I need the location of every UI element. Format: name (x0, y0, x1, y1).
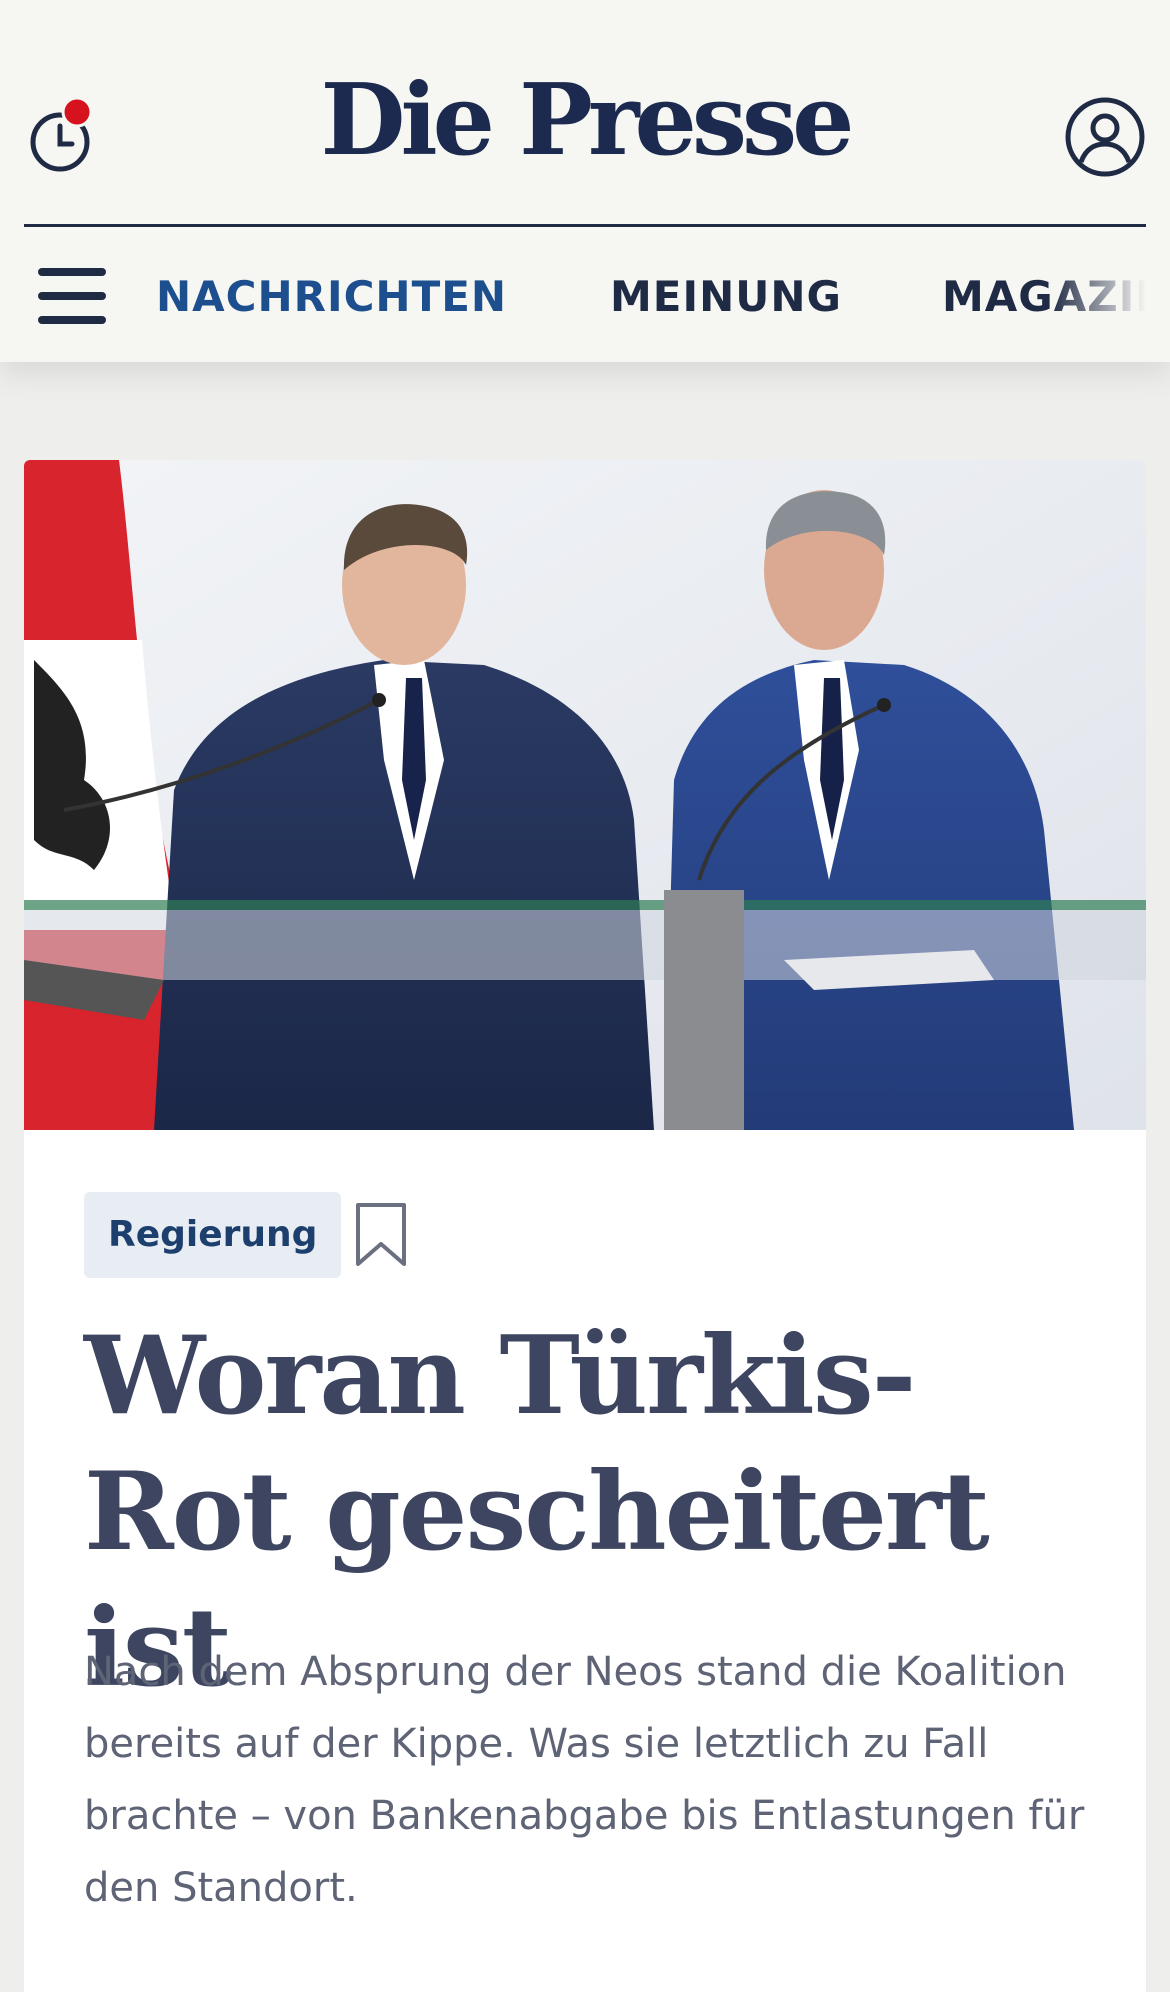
article-card: Regierung Woran Türkis-Rot gescheitert i… (24, 460, 1146, 1992)
account-button[interactable] (1064, 96, 1146, 178)
hamburger-icon (38, 268, 106, 276)
site-logo[interactable]: Die Presse (0, 72, 1170, 170)
menu-button[interactable] (38, 268, 106, 324)
bookmark-icon (356, 1203, 406, 1266)
press-conference-photo (24, 460, 1146, 1130)
section-nav: NACHRICHTEN MEINUNG MAGAZIN (156, 272, 1170, 322)
nav-item-meinung[interactable]: MEINUNG (610, 272, 842, 321)
site-header: Die Presse NACHRICHTEN MEINUNG MAGAZIN (0, 0, 1170, 362)
article-lead: Nach dem Absprung der Neos stand die Koa… (84, 1649, 1085, 1911)
nav-fade (1050, 260, 1170, 340)
header-divider (24, 224, 1146, 227)
bookmark-button[interactable] (354, 1202, 408, 1268)
article-hero-image[interactable] (24, 460, 1146, 1130)
user-icon (1065, 97, 1145, 177)
category-tag[interactable]: Regierung (84, 1192, 342, 1278)
nav-item-nachrichten[interactable]: NACHRICHTEN (156, 272, 507, 321)
